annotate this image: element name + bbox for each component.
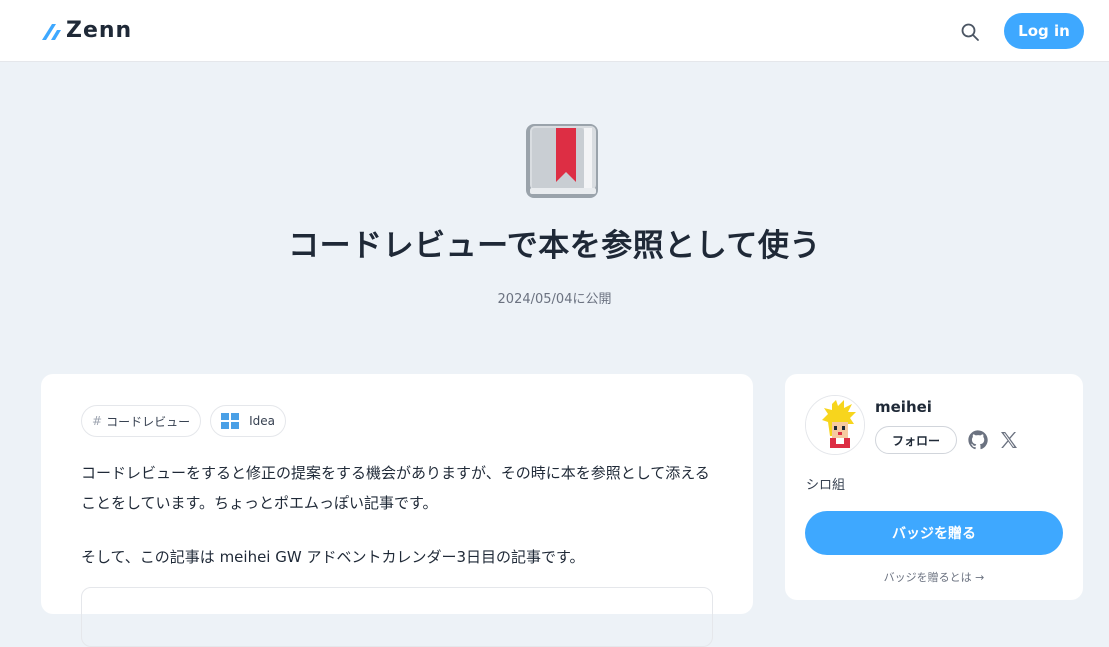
author-bio: シロ組 — [806, 478, 846, 493]
body-paragraph: そして、この記事は meihei GW アドベントカレンダー3日目の記事です。 — [81, 548, 585, 566]
link-card[interactable] — [81, 587, 713, 647]
follow-button[interactable]: フォロー — [875, 426, 957, 454]
windows-grid-icon — [221, 413, 240, 429]
badge-help-link[interactable]: バッジを贈るとは → — [785, 569, 1083, 585]
body-paragraph: コードレビューをすると修正の提案をする機会がありますが、その時に本を参照として添… — [81, 464, 710, 512]
pixel-avatar-icon — [806, 396, 864, 454]
article-title: コードレビューで本を参照として使う — [288, 228, 821, 264]
author-name[interactable]: meihei — [875, 398, 932, 416]
author-card: meihei フォロー シロ組 バッジを贈る バッジを贈るとは → — [785, 374, 1083, 600]
x-twitter-icon[interactable] — [999, 430, 1019, 450]
article-body-card: # コードレビュー Idea コードレビューをすると修正の提案をする機会がありま… — [41, 374, 753, 647]
article-body: コードレビューをすると修正の提案をする機会がありますが、その時に本を参照として添… — [81, 458, 721, 572]
avatar[interactable] — [805, 395, 865, 455]
zenn-logo[interactable]: Zenn — [40, 18, 132, 43]
topic-list: # コードレビュー Idea — [81, 405, 286, 437]
search-icon — [961, 23, 979, 41]
site-header: Zenn Log in — [0, 0, 1109, 62]
search-button[interactable] — [958, 20, 982, 44]
topic-label: コードレビュー — [106, 414, 191, 429]
publish-date: 2024/05/04に公開 — [497, 292, 612, 307]
logo-text: Zenn — [66, 18, 133, 43]
send-badge-button[interactable]: バッジを贈る — [805, 511, 1063, 555]
hash-icon: # — [92, 414, 103, 428]
topic-chip-idea[interactable]: Idea — [210, 405, 286, 437]
topic-chip-code-review[interactable]: # コードレビュー — [81, 405, 202, 437]
topic-label: Idea — [249, 414, 275, 428]
login-button[interactable]: Log in — [1004, 13, 1084, 49]
github-icon[interactable] — [967, 429, 989, 451]
zenn-logo-mark-icon — [42, 23, 61, 40]
bookmark-book-icon — [526, 124, 598, 198]
